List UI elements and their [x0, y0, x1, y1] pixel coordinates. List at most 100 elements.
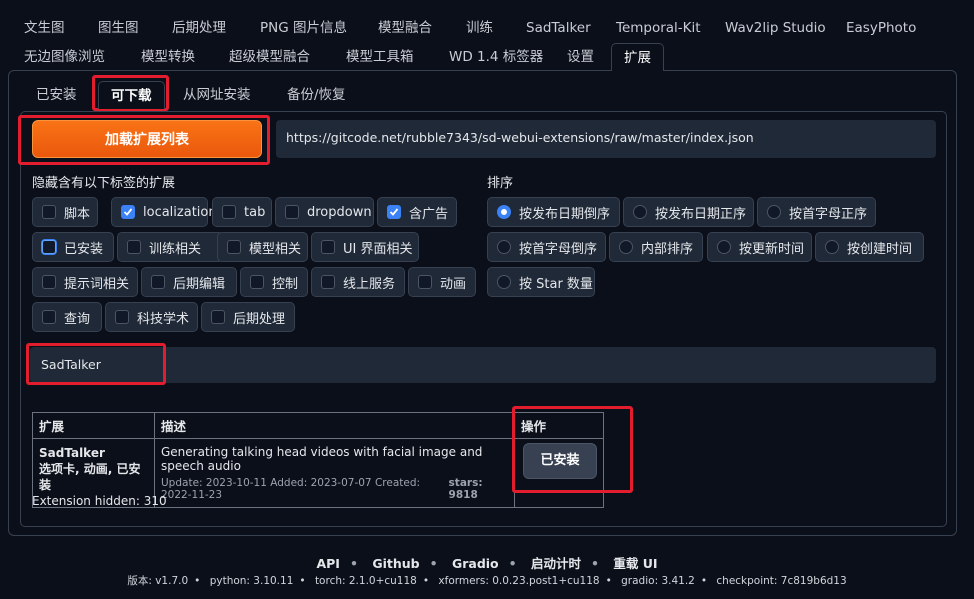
- sort-option-radio[interactable]: 按 Star 数量: [487, 267, 595, 297]
- subtab-backup-restore[interactable]: 备份/恢复: [275, 81, 358, 109]
- hide-tag-checkbox[interactable]: UI 界面相关: [311, 232, 419, 262]
- subtab-installed[interactable]: 已安装: [24, 81, 89, 109]
- sort-option-radio[interactable]: 按首字母正序: [757, 197, 876, 227]
- hide-tag-label: dropdown: [307, 204, 372, 220]
- radio-icon[interactable]: [767, 205, 781, 219]
- hide-tag-label: 已安装: [64, 241, 104, 257]
- version-python: python: 3.10.11: [209, 575, 294, 587]
- checkbox-icon[interactable]: [321, 240, 335, 254]
- radio-icon[interactable]: [633, 205, 647, 219]
- checkbox-icon[interactable]: [250, 275, 264, 289]
- installed-button[interactable]: 已安装: [523, 443, 597, 479]
- radio-icon[interactable]: [497, 275, 511, 289]
- hide-tag-checkbox[interactable]: 后期处理: [201, 302, 295, 332]
- checkbox-icon[interactable]: [42, 240, 56, 254]
- version-webui: 版本: v1.7.0: [127, 575, 189, 587]
- tab-temporal-kit[interactable]: Temporal-Kit: [604, 14, 713, 42]
- sort-option-radio[interactable]: 内部排序: [609, 232, 703, 262]
- sort-option-label: 内部排序: [641, 241, 694, 257]
- hide-tag-checkbox[interactable]: 已安装: [32, 232, 114, 262]
- footer-api-link[interactable]: API: [316, 556, 340, 571]
- checkbox-checked-icon[interactable]: [121, 205, 135, 219]
- hide-tag-label: 模型相关: [249, 241, 302, 257]
- tab-sadtalker[interactable]: SadTalker: [514, 14, 603, 42]
- tab-model-toolkit[interactable]: 模型工具箱: [334, 43, 426, 71]
- radio-icon[interactable]: [717, 240, 731, 254]
- subtab-install-from-url[interactable]: 从网址安装: [171, 81, 263, 109]
- hide-tag-checkbox[interactable]: 科技学术: [105, 302, 198, 332]
- hide-tag-label: UI 界面相关: [343, 241, 413, 257]
- hide-tag-checkbox[interactable]: tab: [212, 197, 272, 227]
- radio-icon[interactable]: [825, 240, 839, 254]
- hide-tag-label: 动画: [440, 276, 467, 292]
- tab-img2img[interactable]: 图生图: [86, 14, 151, 42]
- tab-train[interactable]: 训练: [454, 14, 505, 42]
- tab-super-merger[interactable]: 超级模型融合: [217, 43, 322, 71]
- checkbox-icon[interactable]: [42, 275, 56, 289]
- tab-image-browser[interactable]: 无边图像浏览: [12, 43, 117, 71]
- checkbox-icon[interactable]: [115, 310, 129, 324]
- radio-selected-icon[interactable]: [497, 205, 511, 219]
- hide-tag-checkbox[interactable]: 查询: [32, 302, 102, 332]
- header-description: 描述: [154, 412, 515, 439]
- hide-tag-checkbox[interactable]: 控制: [240, 267, 308, 297]
- search-input[interactable]: SadTalker: [30, 347, 936, 383]
- tab-model-merge[interactable]: 模型融合: [366, 14, 444, 42]
- tab-wd14-tagger[interactable]: WD 1.4 标签器: [437, 43, 555, 71]
- sort-option-label: 按 Star 数量: [519, 276, 593, 292]
- hide-tag-checkbox[interactable]: 含广告: [377, 197, 457, 227]
- tab-extensions[interactable]: 扩展: [611, 43, 664, 71]
- radio-icon[interactable]: [619, 240, 633, 254]
- description-cell: Generating talking head videos with faci…: [154, 438, 515, 508]
- checkbox-icon[interactable]: [418, 275, 432, 289]
- hide-tag-label: 后期编辑: [173, 276, 226, 292]
- hide-tag-checkbox[interactable]: dropdown: [275, 197, 374, 227]
- action-cell: 已安装: [514, 438, 604, 508]
- tab-easyphoto[interactable]: EasyPhoto: [834, 14, 928, 42]
- checkbox-icon[interactable]: [285, 205, 299, 219]
- tab-settings[interactable]: 设置: [555, 43, 606, 71]
- checkbox-icon[interactable]: [42, 205, 56, 219]
- tab-png-info[interactable]: PNG 图片信息: [248, 14, 359, 42]
- hide-tag-checkbox[interactable]: 模型相关: [217, 232, 308, 262]
- extension-dates: Update: 2023-10-11 Added: 2023-07-07 Cre…: [161, 477, 421, 501]
- version-checkpoint: checkpoint: 7c819b6d13: [716, 575, 847, 587]
- hide-tag-checkbox[interactable]: 后期编辑: [141, 267, 237, 297]
- checkbox-icon[interactable]: [151, 275, 165, 289]
- hide-tag-checkbox[interactable]: localization: [111, 197, 217, 227]
- checkbox-icon[interactable]: [127, 240, 141, 254]
- checkbox-icon[interactable]: [222, 205, 236, 219]
- tab-model-convert[interactable]: 模型转换: [129, 43, 207, 71]
- hide-tag-label: 控制: [272, 276, 299, 292]
- sort-option-radio[interactable]: 按发布日期倒序: [487, 197, 620, 227]
- hide-tag-label: 查询: [64, 311, 91, 327]
- subtab-available[interactable]: 可下载: [98, 81, 165, 109]
- footer-github-link[interactable]: Github: [372, 556, 419, 571]
- hide-tag-checkbox[interactable]: 动画: [408, 267, 476, 297]
- tab-txt2img[interactable]: 文生图: [12, 14, 77, 42]
- checkbox-icon[interactable]: [42, 310, 56, 324]
- load-extensions-button[interactable]: 加载扩展列表: [32, 120, 262, 158]
- sort-option-radio[interactable]: 按创建时间: [815, 232, 924, 262]
- hide-tag-checkbox[interactable]: 脚本: [32, 197, 98, 227]
- sort-option-radio[interactable]: 按更新时间: [707, 232, 812, 262]
- footer-gradio-link[interactable]: Gradio: [452, 556, 499, 571]
- hide-tag-label: 提示词相关: [64, 276, 130, 292]
- checkbox-icon[interactable]: [321, 275, 335, 289]
- hide-tag-checkbox[interactable]: 线上服务: [311, 267, 405, 297]
- footer-startup-profile-link[interactable]: 启动计时: [531, 556, 581, 571]
- checkbox-icon[interactable]: [227, 240, 241, 254]
- radio-icon[interactable]: [497, 240, 511, 254]
- sort-option-radio[interactable]: 按发布日期正序: [623, 197, 754, 227]
- tab-extras[interactable]: 后期处理: [160, 14, 238, 42]
- extension-name[interactable]: SadTalker: [39, 445, 148, 461]
- index-url-input[interactable]: https://gitcode.net/rubble7343/sd-webui-…: [276, 120, 936, 158]
- footer-reload-ui-link[interactable]: 重载 UI: [613, 556, 657, 571]
- sort-option-radio[interactable]: 按首字母倒序: [487, 232, 606, 262]
- hide-tag-checkbox[interactable]: 训练相关: [117, 232, 224, 262]
- checkbox-checked-icon[interactable]: [387, 205, 401, 219]
- tab-wav2lip[interactable]: Wav2lip Studio: [713, 14, 838, 42]
- hide-tag-label: 线上服务: [343, 276, 396, 292]
- hide-tag-checkbox[interactable]: 提示词相关: [32, 267, 138, 297]
- checkbox-icon[interactable]: [211, 310, 225, 324]
